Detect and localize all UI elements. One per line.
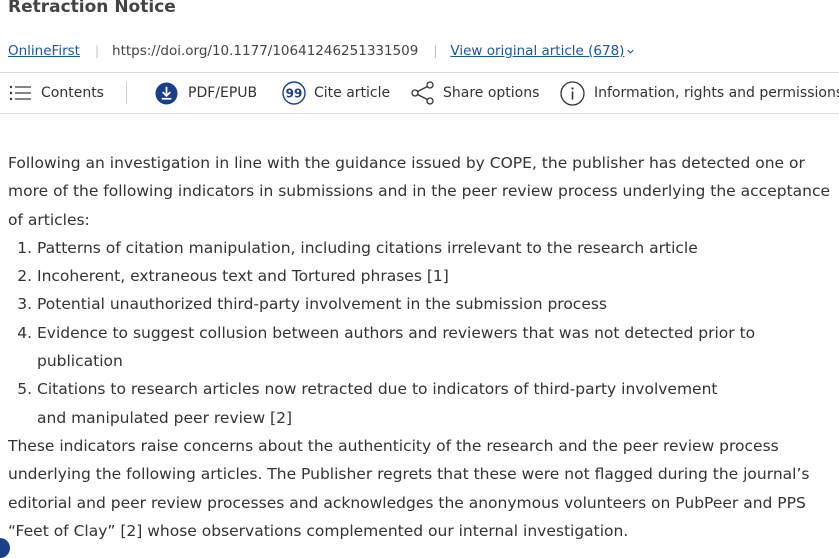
chevron-down-icon bbox=[627, 49, 635, 54]
indicator-list: Patterns of citation manipulation, inclu… bbox=[8, 234, 834, 432]
indicator-item: Citations to research articles now retra… bbox=[37, 375, 834, 432]
contents-label: Contents bbox=[41, 85, 104, 101]
pdf-epub-label: PDF/EPUB bbox=[188, 85, 258, 101]
share-options-label: Share options bbox=[443, 85, 540, 101]
share-icon bbox=[411, 81, 434, 105]
notice-intro: Following an investigation in line with … bbox=[8, 154, 831, 229]
onlinefirst-link[interactable]: OnlineFirst bbox=[8, 43, 80, 59]
indicator-item: Incoherent, extraneous text and Tortured… bbox=[37, 262, 834, 290]
view-original-article-link[interactable]: View original article (678) bbox=[450, 43, 635, 59]
article-toolbar: Contents PDF/EPUB 99 Cite article Share … bbox=[0, 72, 839, 114]
information-rights-label: Information, rights and permissions bbox=[594, 85, 839, 101]
indicator-item: Patterns of citation manipulation, inclu… bbox=[37, 234, 834, 262]
page-title: Retraction Notice bbox=[8, 0, 176, 17]
toolbar-divider bbox=[126, 82, 127, 104]
cite-article-button[interactable]: 99 Cite article bbox=[282, 73, 390, 113]
meta-separator: | bbox=[433, 44, 438, 58]
svg-text:99: 99 bbox=[286, 87, 303, 101]
notice-closing: These indicators raise concerns about th… bbox=[8, 436, 810, 540]
meta-separator: | bbox=[94, 44, 100, 58]
indicator-item: Potential unauthorized third-party invol… bbox=[37, 290, 834, 318]
doi-link[interactable]: https://doi.org/10.1177/1064124625133150… bbox=[112, 43, 418, 59]
indicator-item: Evidence to suggest collusion between au… bbox=[37, 319, 834, 376]
list-icon bbox=[9, 85, 31, 101]
contents-button[interactable]: Contents bbox=[9, 73, 104, 113]
cite-article-label: Cite article bbox=[314, 85, 391, 101]
article-meta: OnlineFirst | https://doi.org/10.1177/10… bbox=[8, 42, 635, 60]
share-options-button[interactable]: Share options bbox=[410, 73, 539, 113]
info-icon bbox=[560, 80, 585, 106]
download-icon bbox=[155, 81, 178, 105]
view-original-article-label: View original article (678) bbox=[450, 43, 625, 59]
retraction-notice-body: Following an investigation in line with … bbox=[8, 149, 834, 545]
quote-icon: 99 bbox=[282, 81, 306, 105]
information-rights-button[interactable]: Information, rights and permissions bbox=[560, 73, 839, 113]
pdf-epub-button[interactable]: PDF/EPUB bbox=[155, 73, 257, 113]
